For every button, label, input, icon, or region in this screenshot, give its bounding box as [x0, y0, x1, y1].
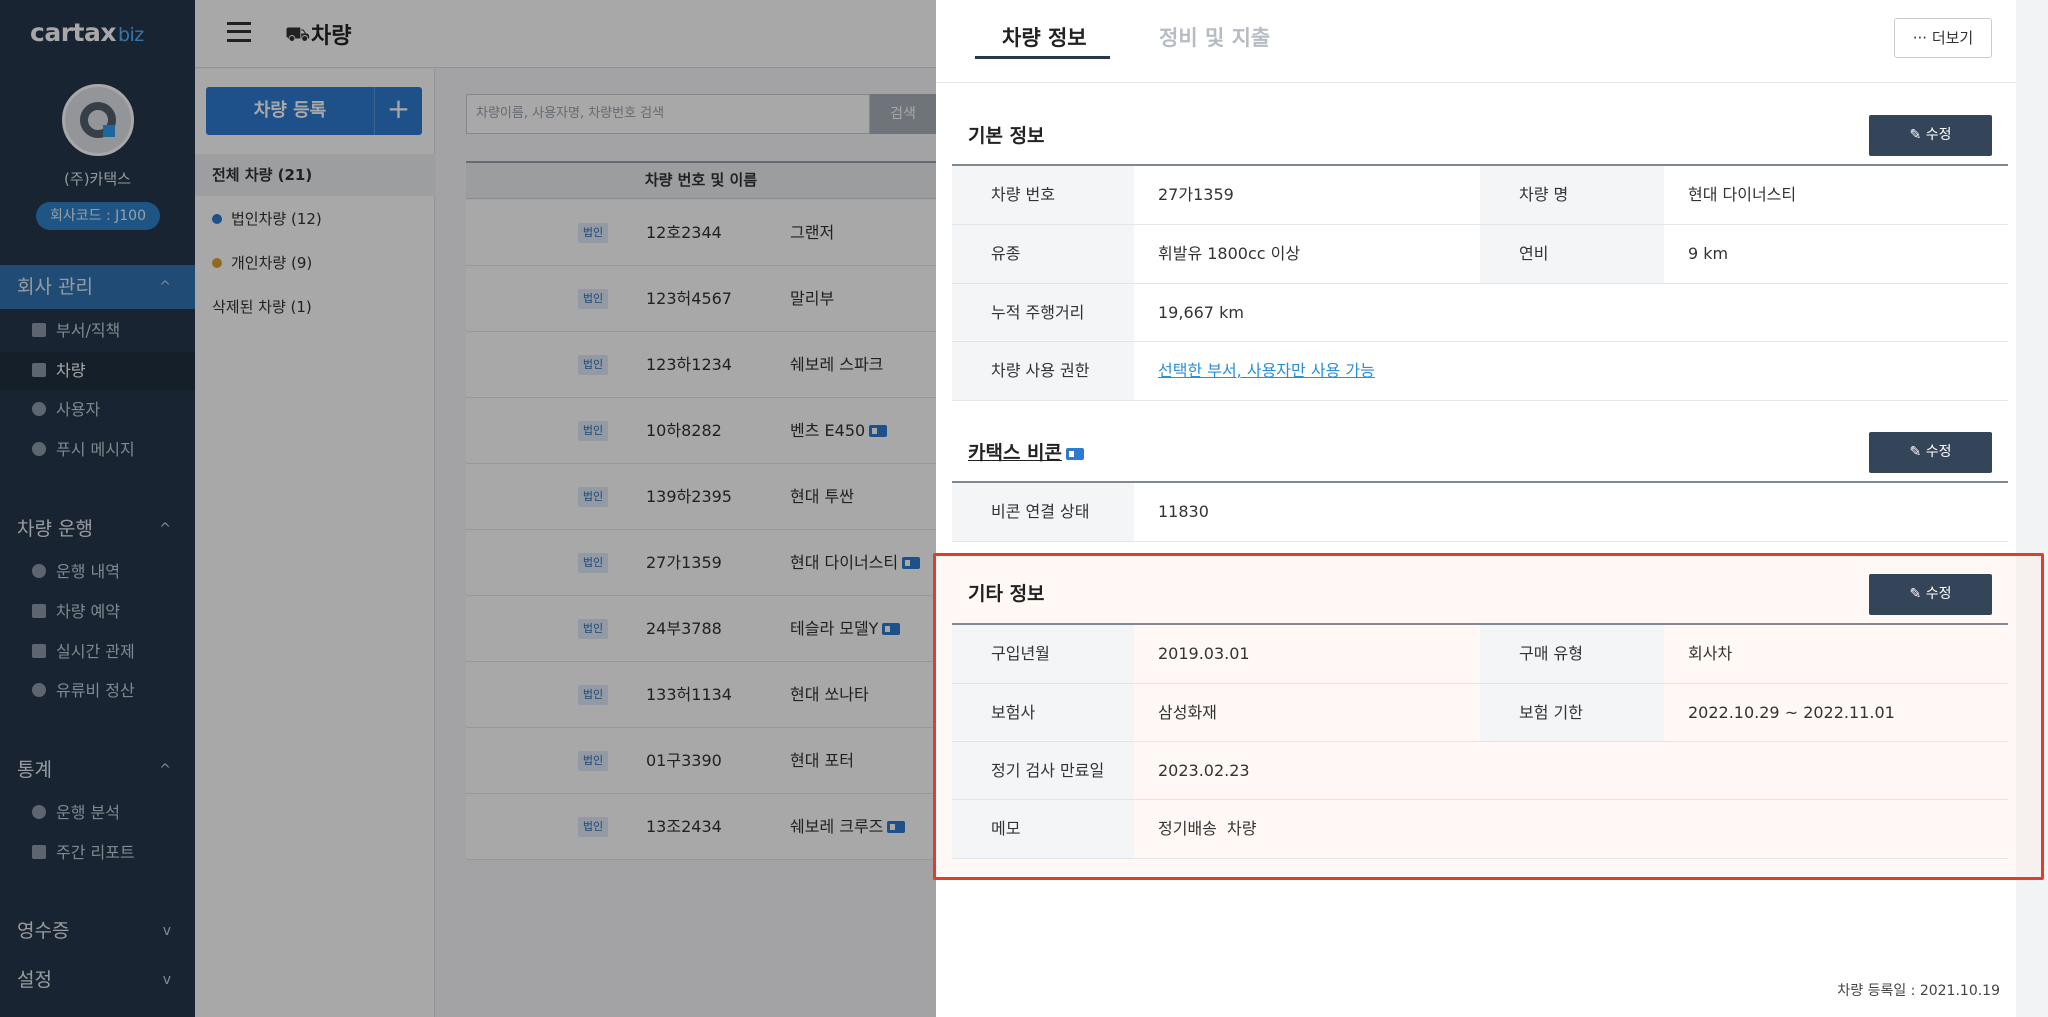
- label-purchase-date: 구입년월: [952, 625, 1134, 683]
- label-usage-permission: 차량 사용 권한: [952, 342, 1134, 400]
- edit-beacon-button[interactable]: ✎ 수정: [1869, 432, 1992, 473]
- value-fuel-efficiency: 9 km: [1688, 244, 1729, 263]
- label-fuel-type: 유종: [952, 225, 1134, 283]
- section-title-other: 기타 정보: [968, 583, 1045, 605]
- modal-overlay[interactable]: [0, 0, 936, 1017]
- section-title-beacon[interactable]: 카택스 비콘: [968, 438, 1085, 465]
- tab-vehicle-info[interactable]: 차량 정보: [1002, 22, 1087, 52]
- section-title-basic: 기본 정보: [968, 125, 1045, 147]
- more-button[interactable]: ··· 더보기: [1894, 18, 1992, 58]
- value-mileage: 19,667 km: [1158, 303, 1244, 322]
- label-vehicle-number: 차량 번호: [952, 166, 1134, 224]
- label-memo: 메모: [952, 800, 1134, 858]
- value-memo: 정기배송 차량: [1158, 819, 1257, 838]
- edit-basic-button[interactable]: ✎ 수정: [1869, 115, 1992, 156]
- beacon-icon: [1066, 448, 1085, 460]
- label-vehicle-name: 차량 명: [1480, 166, 1664, 224]
- registration-date: 차량 등록일 : 2021.10.19: [1837, 983, 2000, 999]
- label-inspection-expiry: 정기 검사 만료일: [952, 742, 1134, 800]
- row-divider: [952, 858, 2008, 859]
- value-fuel-type: 휘발유 1800cc 이상: [1158, 244, 1301, 263]
- row-divider: [952, 400, 2008, 401]
- active-tab-indicator: [975, 56, 1110, 59]
- row-divider: [952, 541, 2008, 542]
- value-purchase-date: 2019.03.01: [1158, 644, 1250, 663]
- label-purchase-type: 구매 유형: [1480, 625, 1664, 683]
- value-insurer: 삼성화재: [1158, 703, 1217, 722]
- usage-permission-link[interactable]: 선택한 부서, 사용자만 사용 가능: [1158, 361, 1375, 380]
- label-insurance-period: 보험 기한: [1480, 684, 1664, 742]
- edit-other-button[interactable]: ✎ 수정: [1869, 574, 1992, 615]
- value-vehicle-number: 27가1359: [1158, 185, 1234, 204]
- label-beacon-status: 비콘 연결 상태: [952, 483, 1134, 541]
- label-mileage: 누적 주행거리: [952, 284, 1134, 342]
- value-insurance-period: 2022.10.29 ~ 2022.11.01: [1688, 703, 1895, 722]
- value-vehicle-name: 현대 다이너스티: [1688, 185, 1797, 204]
- value-inspection-expiry: 2023.02.23: [1158, 761, 1250, 780]
- value-beacon-status: 11830: [1158, 502, 1209, 521]
- label-insurer: 보험사: [952, 684, 1134, 742]
- value-purchase-type: 회사차: [1688, 644, 1733, 663]
- tab-divider: [936, 82, 2016, 83]
- label-fuel-efficiency: 연비: [1480, 225, 1664, 283]
- value-usage-permission: 선택한 부서, 사용자만 사용 가능: [1134, 342, 2008, 400]
- tab-maintenance[interactable]: 정비 및 지출: [1159, 22, 1270, 52]
